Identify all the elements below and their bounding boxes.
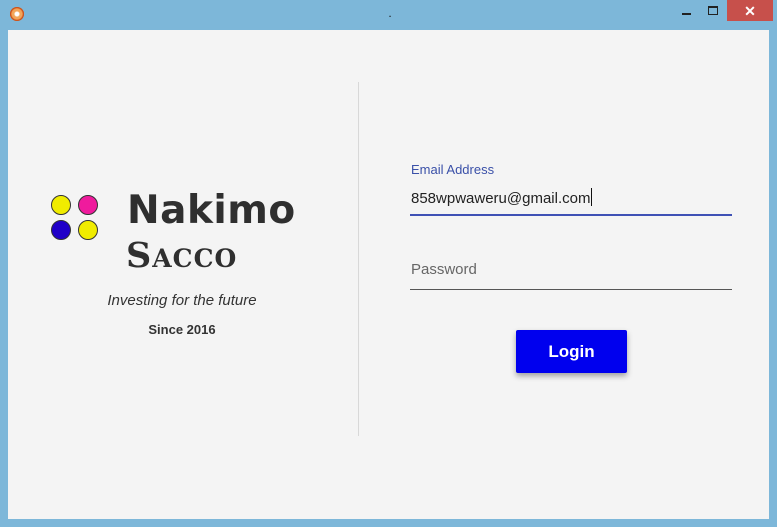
maximize-icon <box>708 6 718 15</box>
app-icon[interactable] <box>10 7 24 21</box>
tagline: Investing for the future <box>107 292 257 309</box>
logo-dot-top-left <box>51 195 71 215</box>
email-label: Email Address <box>411 162 495 177</box>
logo-dots-icon <box>51 195 103 243</box>
minimize-button[interactable] <box>671 0 701 21</box>
window-title: . <box>388 6 392 20</box>
logo-dot-bottom-right <box>78 220 98 240</box>
brand-subtitle: Sacco <box>126 235 238 276</box>
vertical-divider <box>358 82 359 436</box>
email-field[interactable]: 858wpwaweru@gmail.com <box>410 180 732 216</box>
login-button[interactable]: Login <box>516 330 627 373</box>
email-value[interactable]: 858wpwaweru@gmail.com <box>411 188 593 207</box>
text-caret <box>591 188 593 206</box>
login-panel: Nakimo Sacco Investing for the future Si… <box>8 30 769 519</box>
maximize-button[interactable] <box>699 0 727 21</box>
brand-name: Nakimo <box>127 188 296 233</box>
close-icon: ✕ <box>744 2 756 19</box>
logo-dot-bottom-left <box>51 220 71 240</box>
minimize-icon <box>681 12 691 15</box>
since-text: Since 2016 <box>148 322 216 337</box>
email-value-text: 858wpwaweru@gmail.com <box>411 190 591 207</box>
password-placeholder: Password <box>411 261 477 278</box>
title-bar[interactable]: . ✕ <box>0 0 777 30</box>
app-window: . ✕ Nakimo Sacco Investing for the futur… <box>0 0 777 527</box>
password-field[interactable]: Password <box>410 252 732 290</box>
close-button[interactable]: ✕ <box>727 0 773 21</box>
logo-dot-top-right <box>78 195 98 215</box>
